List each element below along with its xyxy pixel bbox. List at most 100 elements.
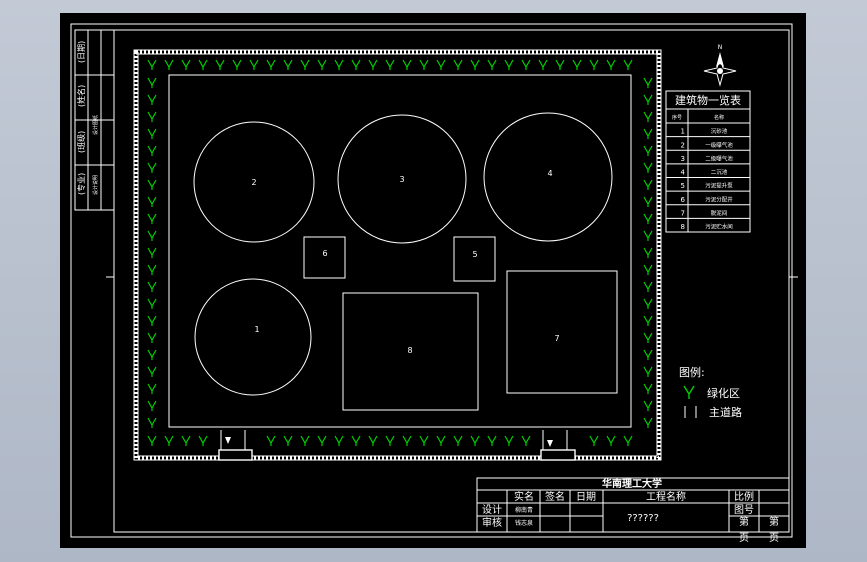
greenery-arrow-icon bbox=[643, 298, 653, 309]
greenery-arrow-icon bbox=[368, 59, 378, 70]
building-rect bbox=[506, 270, 618, 394]
greenery-arrow-icon bbox=[606, 59, 616, 70]
building-label: 3 bbox=[399, 175, 404, 184]
compass: N bbox=[703, 44, 737, 87]
greenery-arrow-icon bbox=[147, 162, 157, 173]
greenery-arrow-icon bbox=[643, 315, 653, 326]
greenery-arrow-icon bbox=[436, 59, 446, 70]
main-road-boundary bbox=[168, 74, 632, 428]
building-table: 建筑物一览表 序号 名称 1 沉砂池 2 一级曝气池 3 二级曝气池 4 二沉池 5 污泥提升泵 6… bbox=[665, 90, 751, 233]
col-header-date: 日期 bbox=[576, 491, 596, 503]
greenery-arrow-icon bbox=[436, 435, 446, 446]
building-rect bbox=[453, 236, 496, 282]
greenery-arrow-icon bbox=[643, 349, 653, 360]
greenery-arrow-icon bbox=[589, 59, 599, 70]
gate-box bbox=[540, 449, 576, 461]
greenery-arrow-icon bbox=[504, 435, 514, 446]
title-block: 华南理工大学 实名 签名 日期 工程名称 比例 图号 设计 柳南青 审核 钱志泉… bbox=[476, 477, 790, 544]
north-label: N bbox=[718, 44, 723, 51]
legend: 图例: 绿化区 主道路 bbox=[679, 365, 742, 419]
greenery-arrow-icon bbox=[147, 145, 157, 156]
table-cell-no: 4 bbox=[681, 169, 686, 177]
legend-label-greenery: 绿化区 bbox=[707, 386, 740, 400]
designer-name: 柳南青 bbox=[515, 506, 533, 514]
page-suffix: 页 bbox=[739, 532, 749, 544]
table-cell-no: 8 bbox=[681, 223, 685, 231]
scale-label: 比例 bbox=[734, 490, 754, 503]
table-cell-no: 1 bbox=[681, 128, 685, 136]
boundary-outer bbox=[133, 49, 662, 461]
greenery-arrow-icon bbox=[164, 59, 174, 70]
greenery-arrow-icon bbox=[419, 59, 429, 70]
greenery-arrow-icon bbox=[453, 59, 463, 70]
greenery-arrow-icon bbox=[538, 59, 548, 70]
greenery-arrow-icon bbox=[504, 59, 514, 70]
greenery-arrow-icon bbox=[385, 59, 395, 70]
table-header: 序号 bbox=[672, 114, 682, 121]
greenery-arrow-icon bbox=[266, 59, 276, 70]
greenery-arrow-icon bbox=[572, 59, 582, 70]
table-title: 建筑物一览表 bbox=[675, 93, 741, 107]
table-rows: 1 沉砂池 2 一级曝气池 3 二级曝气池 4 二沉池 5 污泥提升泵 6 污泥分配井 7 脱泥间 8 污泥贮… bbox=[666, 127, 750, 231]
greenery-arrow-icon bbox=[164, 435, 174, 446]
table-cell-no: 3 bbox=[681, 155, 685, 163]
reviewer-name: 钱志泉 bbox=[515, 519, 533, 527]
greenery-arrow-icon bbox=[487, 59, 497, 70]
greenery-arrow-icon bbox=[198, 435, 208, 446]
greenery-arrow-icon bbox=[147, 366, 157, 377]
greenery-arrow-icon bbox=[283, 435, 293, 446]
greenery-arrow-icon bbox=[215, 59, 225, 70]
greenery-arrow-icon bbox=[521, 435, 531, 446]
legend-label-road: 主道路 bbox=[709, 405, 742, 419]
greenery-arrow-icon bbox=[402, 435, 412, 446]
greenery-arrow-icon bbox=[147, 128, 157, 139]
greenery-arrow-icon bbox=[643, 111, 653, 122]
gate-arrow-icon bbox=[547, 440, 553, 447]
greenery-arrow-icon bbox=[643, 77, 653, 88]
greenery-arrow-icon bbox=[643, 400, 653, 411]
table-cell-no: 7 bbox=[681, 209, 685, 217]
greenery-arrow-icon bbox=[643, 247, 653, 258]
greenery-arrow-icon bbox=[470, 435, 480, 446]
side-label-name: (姓名) bbox=[76, 85, 86, 107]
greenery-arrow-icon bbox=[283, 59, 293, 70]
table-cell-name: 污泥提升泵 bbox=[705, 182, 733, 190]
greenery-arrow-icon bbox=[147, 213, 157, 224]
table-cell-no: 6 bbox=[681, 196, 686, 204]
greenery-arrow-icon bbox=[147, 59, 157, 70]
greenery-arrow-icon bbox=[147, 417, 157, 428]
greenery-arrow-icon bbox=[147, 298, 157, 309]
greenery-arrow-icon bbox=[334, 59, 344, 70]
greenery-belt bbox=[147, 59, 653, 446]
greenery-arrow-icon bbox=[683, 385, 695, 399]
table-cell-no: 5 bbox=[681, 182, 685, 190]
table-cell-name: 脱泥间 bbox=[711, 209, 728, 217]
building-label: 4 bbox=[547, 169, 552, 178]
greenery-arrow-icon bbox=[147, 332, 157, 343]
greenery-arrow-icon bbox=[300, 59, 310, 70]
gate-right bbox=[540, 430, 576, 461]
greenery-arrow-icon bbox=[317, 59, 327, 70]
greenery-arrow-icon bbox=[643, 230, 653, 241]
greenery-arrow-icon bbox=[147, 264, 157, 275]
table-header: 名称 bbox=[714, 114, 724, 121]
greenery-arrow-icon bbox=[643, 145, 653, 156]
drawing-canvas: (专业) (班级) (姓名) (日期) 设计说明 设计图纸 2 3 4 1 6 … bbox=[60, 13, 806, 548]
greenery-arrow-icon bbox=[351, 435, 361, 446]
greenery-arrow-icon bbox=[555, 59, 565, 70]
legend-title: 图例: bbox=[679, 365, 705, 379]
greenery-arrow-icon bbox=[419, 435, 429, 446]
greenery-arrow-icon bbox=[198, 59, 208, 70]
greenery-arrow-icon bbox=[623, 59, 633, 70]
side-small-label: 设计图纸 bbox=[92, 115, 99, 135]
building-label: 2 bbox=[251, 178, 256, 187]
greenery-arrow-icon bbox=[643, 196, 653, 207]
greenery-arrow-icon bbox=[147, 383, 157, 394]
greenery-arrow-icon bbox=[487, 435, 497, 446]
role-review: 审核 bbox=[482, 516, 502, 529]
building-label: 5 bbox=[472, 250, 477, 259]
side-strip: (专业) (班级) (姓名) (日期) 设计说明 设计图纸 bbox=[74, 29, 115, 211]
drawing-no-label: 图号 bbox=[734, 504, 754, 516]
greenery-arrow-icon bbox=[643, 281, 653, 292]
boundary-wall bbox=[133, 49, 662, 461]
